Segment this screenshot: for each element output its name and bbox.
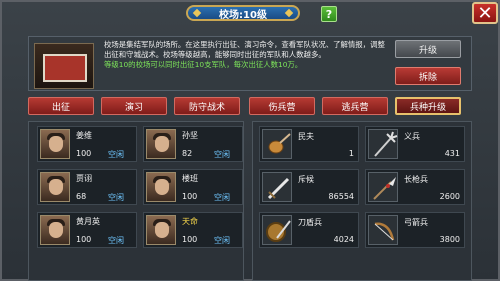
unit-card[interactable]: 长枪兵 2600: [365, 169, 465, 205]
general-card[interactable]: 贾诩 68 空闲: [37, 169, 137, 205]
unit-name: 民夫: [298, 132, 314, 141]
tab-deserter-camp[interactable]: 逃兵营: [322, 97, 388, 115]
pipa-icon: [262, 129, 292, 159]
general-card[interactable]: 黄月英 100 空闲: [37, 212, 137, 248]
unit-card[interactable]: 刀盾兵 4024: [259, 212, 359, 248]
general-card[interactable]: 天命 100 空闲: [143, 212, 243, 248]
unit-count: 431: [444, 149, 460, 158]
general-status: 空闲: [108, 150, 124, 159]
training-ground-image: [34, 43, 94, 89]
general-number: 82: [182, 149, 193, 158]
unit-card[interactable]: 义兵 431: [365, 126, 465, 162]
general-number: 100: [182, 235, 198, 244]
general-portrait: [40, 172, 70, 202]
general-status: 空闲: [214, 236, 230, 245]
unit-count: 4024: [333, 235, 354, 244]
tab-drill[interactable]: 演习: [101, 97, 167, 115]
unit-name: 斥候: [298, 175, 314, 184]
general-status: 空闲: [214, 193, 230, 202]
general-name: 黄月英: [76, 217, 100, 226]
unit-count: 1: [348, 149, 354, 158]
shield-icon: [262, 215, 292, 245]
general-number: 100: [76, 149, 92, 158]
general-portrait: [40, 215, 70, 245]
title-plate: 校场:10级: [186, 5, 300, 21]
general-status: 空闲: [108, 193, 124, 202]
tab-defense-tactics[interactable]: 防守战术: [174, 97, 240, 115]
sword-icon: [262, 172, 292, 202]
general-number: 100: [182, 192, 198, 201]
unit-name: 义兵: [404, 132, 420, 141]
general-card[interactable]: 孙坚 82 空闲: [143, 126, 243, 162]
bow-icon: [368, 215, 398, 245]
unit-count: 3800: [439, 235, 460, 244]
gem-icon: [284, 8, 294, 18]
general-card[interactable]: 姜维 100 空闲: [37, 126, 137, 162]
general-name: 孙坚: [182, 131, 198, 140]
general-portrait: [146, 215, 176, 245]
unit-card[interactable]: 斥候 86554: [259, 169, 359, 205]
general-portrait: [146, 172, 176, 202]
general-name: 贾诩: [76, 174, 92, 183]
general-number: 68: [76, 192, 87, 201]
unit-name: 弓箭兵: [404, 218, 428, 227]
generals-list: 姜维 100 空闲 孙坚 82 空闲 贾诩 68 空闲 楼班 100 空闲 黄月…: [28, 121, 244, 281]
trident-icon: [368, 129, 398, 159]
info-text: 校场是集结军队的场所。在这里执行出征、演习命令，查看军队状况、了解情报，调整出征…: [104, 40, 386, 70]
unit-name: 刀盾兵: [298, 218, 322, 227]
unit-name: 长枪兵: [404, 175, 428, 184]
page-title: 校场:10级: [219, 9, 267, 21]
general-name: 天命: [182, 217, 198, 226]
arena-icon: [43, 54, 87, 82]
unit-count: 2600: [439, 192, 460, 201]
unit-card[interactable]: 弓箭兵 3800: [365, 212, 465, 248]
upgrade-button[interactable]: 升级: [395, 40, 461, 58]
help-button[interactable]: ?: [321, 6, 337, 22]
spear-icon: [368, 172, 398, 202]
general-portrait: [40, 129, 70, 159]
general-status: 空闲: [108, 236, 124, 245]
tab-march[interactable]: 出征: [28, 97, 94, 115]
general-name: 姜维: [76, 131, 92, 140]
general-portrait: [146, 129, 176, 159]
units-list: 民夫 1 义兵 431 斥候 86554 长枪兵 2600 刀盾兵 4024 弓…: [252, 121, 472, 281]
general-status: 空闲: [214, 150, 230, 159]
unit-count: 86554: [328, 192, 354, 201]
info-description: 校场是集结军队的场所。在这里执行出征、演习命令，查看军队状况、了解情报，调整出征…: [104, 40, 385, 59]
info-level-note: 等级10的校场可以同时出征10支军队，每次出征人数10万。: [104, 60, 303, 69]
demolish-button[interactable]: 拆除: [395, 67, 461, 85]
general-name: 楼班: [182, 174, 198, 183]
tab-wounded-camp[interactable]: 伤兵营: [249, 97, 315, 115]
gem-icon: [192, 8, 202, 18]
general-card[interactable]: 楼班 100 空闲: [143, 169, 243, 205]
tab-unit-upgrade[interactable]: 兵种升级: [395, 97, 461, 115]
general-number: 100: [76, 235, 92, 244]
unit-card[interactable]: 民夫 1: [259, 126, 359, 162]
close-button[interactable]: ✕: [472, 2, 498, 24]
